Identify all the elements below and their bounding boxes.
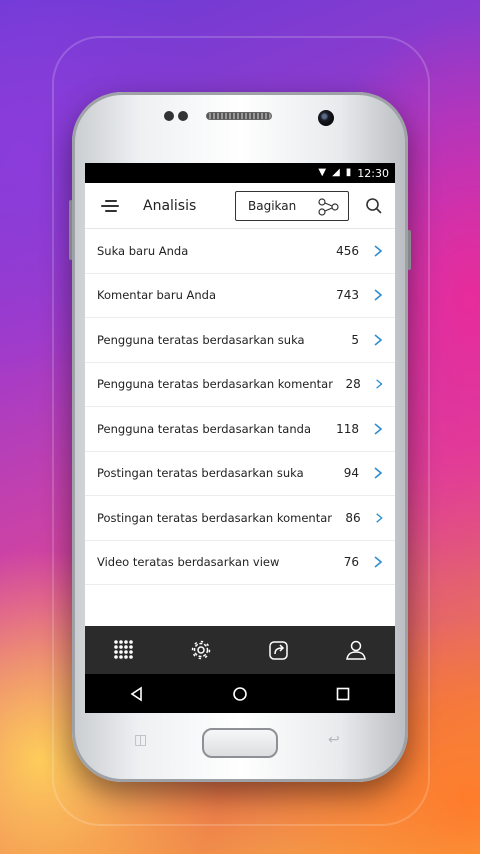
item-count: 76: [343, 555, 359, 570]
profile-icon[interactable]: [345, 639, 367, 661]
system-nav-bar: [85, 674, 395, 713]
item-label: Postingan teratas berdasarkan suka: [97, 466, 304, 481]
item-label: Pengguna teratas berdasarkan tanda: [97, 421, 311, 436]
chevron-right-icon: [374, 245, 383, 257]
item-count: 456: [336, 243, 359, 258]
list-item[interactable]: Postingan teratas berdasarkan komentar 8…: [85, 496, 395, 541]
item-count: 743: [336, 288, 359, 303]
sensor: [178, 111, 188, 121]
analytics-list: Suka baru Anda 456 Komentar baru Anda 74…: [85, 229, 395, 585]
signal-icon: ◢: [332, 167, 340, 178]
sensor: [164, 111, 174, 121]
item-count: 86: [345, 510, 361, 525]
chevron-right-icon: [376, 379, 383, 389]
item-label: Video teratas berdasarkan view: [97, 555, 280, 570]
share-button[interactable]: Bagikan: [235, 191, 349, 221]
chevron-right-icon: [374, 334, 383, 346]
item-count: 94: [343, 466, 359, 481]
home-icon[interactable]: [232, 686, 248, 702]
front-camera: [318, 110, 334, 126]
list-item[interactable]: Pengguna teratas berdasarkan komentar 28: [85, 363, 395, 407]
item-count: 28: [345, 377, 361, 392]
gear-icon[interactable]: [190, 639, 212, 661]
share-button-label: Bagikan: [248, 199, 297, 213]
app-bar: Analisis Bagikan: [85, 183, 395, 229]
list-item[interactable]: Pengguna teratas berdasarkan suka 5: [85, 318, 395, 363]
list-item[interactable]: Pengguna teratas berdasarkan tanda 118: [85, 407, 395, 452]
chevron-right-icon: [374, 467, 383, 479]
item-label: Komentar baru Anda: [97, 288, 217, 303]
item-count: 118: [336, 421, 359, 436]
earpiece-speaker: [206, 112, 272, 120]
item-label: Pengguna teratas berdasarkan komentar: [97, 377, 333, 392]
screen: ▼ ◢ ▮ 12:30 Analisis Bagikan Suka baru A…: [85, 163, 395, 713]
chevron-right-icon: [374, 289, 383, 301]
list-item[interactable]: Komentar baru Anda 743: [85, 274, 395, 318]
back-capacitive-icon: ↩: [328, 732, 340, 748]
page-title: Analisis: [143, 197, 197, 214]
item-label: Suka baru Anda: [97, 243, 189, 258]
status-time: 12:30: [357, 166, 389, 180]
search-icon[interactable]: [365, 197, 383, 215]
menu-icon[interactable]: [101, 199, 121, 213]
chevron-right-icon: [374, 556, 383, 568]
item-count: 5: [351, 332, 359, 347]
bottom-nav: [85, 626, 395, 674]
back-icon[interactable]: [129, 686, 145, 702]
share-out-icon[interactable]: [268, 639, 290, 661]
battery-icon: ▮: [345, 167, 352, 178]
chevron-right-icon: [375, 513, 383, 523]
hardware-home-button[interactable]: [202, 728, 278, 758]
list-item[interactable]: Suka baru Anda 456: [85, 229, 395, 274]
item-label: Pengguna teratas berdasarkan suka: [97, 332, 305, 347]
chevron-right-icon: [374, 423, 383, 435]
wifi-icon: ▼: [318, 167, 327, 178]
list-item[interactable]: Video teratas berdasarkan view 76: [85, 541, 395, 585]
item-label: Postingan teratas berdasarkan komentar: [97, 510, 332, 525]
recents-icon[interactable]: [335, 686, 351, 702]
grid-icon[interactable]: [113, 639, 135, 661]
list-item[interactable]: Postingan teratas berdasarkan suka 94: [85, 452, 395, 496]
status-bar: ▼ ◢ ▮ 12:30: [85, 163, 395, 183]
recent-apps-capacitive-icon: ◫: [134, 732, 148, 748]
share-nodes-icon: [318, 198, 339, 216]
